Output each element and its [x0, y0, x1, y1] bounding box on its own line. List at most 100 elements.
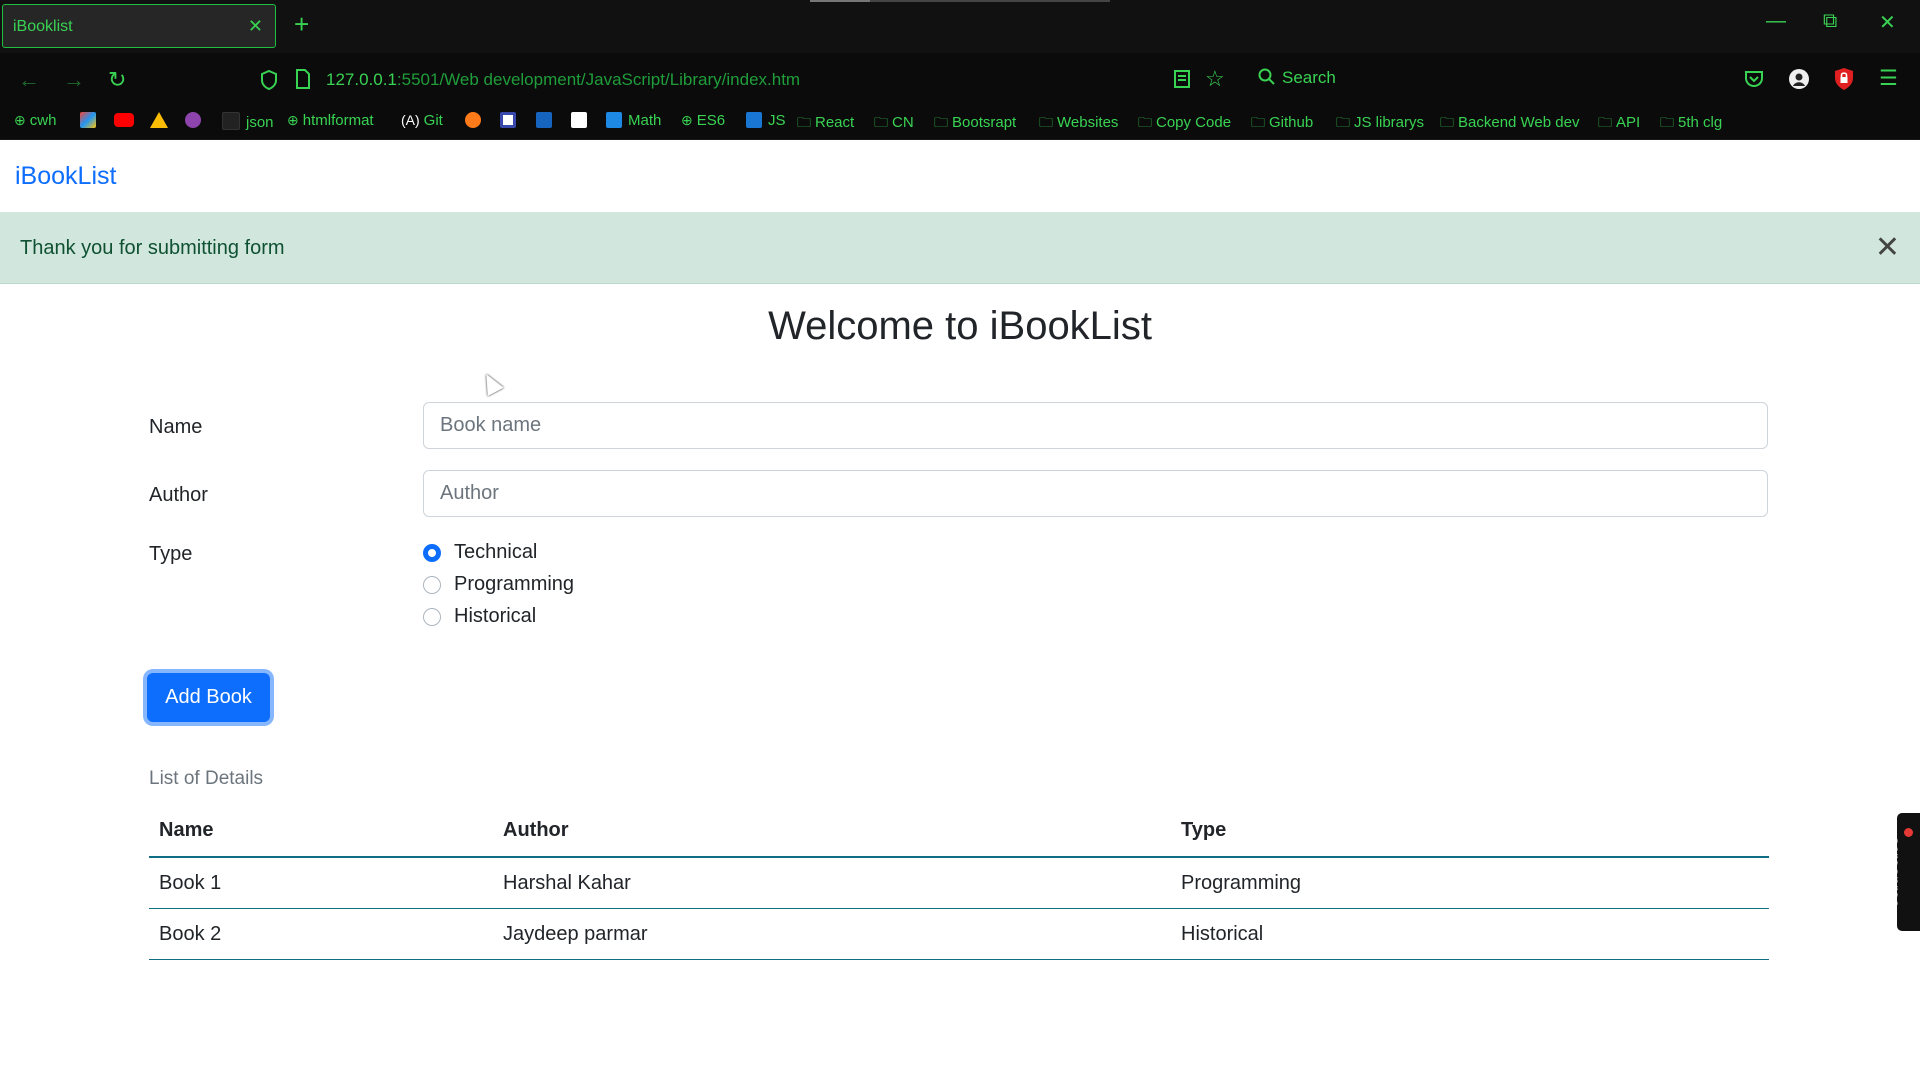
bookmark-mj[interactable] — [536, 112, 552, 129]
url-bar[interactable]: 127.0.0.1:5501/Web development/JavaScrip… — [326, 70, 800, 90]
page-info-icon[interactable] — [295, 69, 311, 89]
bookmark-math[interactable]: Math — [606, 112, 661, 129]
bookmark-label: React — [815, 114, 855, 131]
bookmark-folder-react[interactable]: 🗀 React — [797, 112, 854, 136]
bookmark-cwh[interactable]: ⊕ cwh — [14, 112, 56, 129]
globe-icon: ⊕ — [681, 112, 693, 128]
bookmark-label: Websites — [1057, 114, 1119, 131]
add-book-button[interactable]: Add Book — [147, 673, 270, 722]
shield-icon[interactable] — [259, 69, 279, 91]
page-icon — [571, 112, 587, 128]
brand-link[interactable]: iBookList — [15, 162, 116, 191]
close-window-button[interactable]: ✕ — [1879, 10, 1896, 35]
bookmark-label: CN — [892, 114, 914, 131]
radio-programming[interactable] — [423, 576, 441, 594]
page-title: Welcome to iBookList — [768, 304, 1152, 348]
bookmark-label: Backend Web dev — [1458, 114, 1580, 131]
radio-technical[interactable] — [423, 544, 441, 562]
search-icon — [1258, 68, 1275, 85]
folder-icon: 🗀 — [1598, 114, 1612, 130]
bookmark-label: Bootsrapt — [952, 114, 1017, 131]
bookmark-folder-backend-web-dev[interactable]: 🗀 Backend Web dev — [1440, 112, 1579, 136]
bookmark-label: JS — [768, 112, 786, 129]
bookmark-label: Git — [423, 112, 443, 129]
bookmark-folder-js-librarys[interactable]: 🗀 JS librarys — [1336, 112, 1424, 136]
restore-button[interactable]: ⧉ — [1823, 10, 1837, 33]
bookmark-label: Math — [628, 112, 662, 129]
bookmark-label: ES6 — [696, 112, 726, 129]
bookmark-hex-app[interactable] — [185, 112, 201, 129]
bookmark-label: Copy Code — [1156, 114, 1232, 131]
bookmark-es6[interactable]: ⊕ ES6 — [681, 112, 725, 129]
book-name-input[interactable] — [423, 402, 1768, 449]
screenrec-widget[interactable]: screenrec — [1885, 813, 1920, 931]
success-alert: Thank you for submitting form ✕ — [0, 212, 1920, 284]
folder-icon: 🗀 — [1039, 114, 1053, 130]
fox-icon — [465, 112, 481, 128]
new-tab-button[interactable]: + — [294, 9, 309, 40]
bookmark-label: JS librarys — [1354, 114, 1425, 131]
reader-view-icon[interactable] — [1173, 69, 1191, 89]
column-header-author: Author — [493, 805, 1171, 858]
site-navbar: iBookList — [0, 140, 1920, 212]
bookmarks-bar: ⊕ cwh json ⊕ htmlformat (A) Git Math ⊕ ES6 J… — [0, 107, 1920, 140]
bookmark-folder-copy-code[interactable]: 🗀 Copy Code — [1138, 112, 1231, 136]
bookmark-git[interactable]: (A) Git — [401, 112, 443, 129]
radio-historical-label: Historical — [454, 605, 537, 627]
search-box[interactable]: Search — [1258, 68, 1336, 88]
menu-icon[interactable]: ☰ — [1879, 66, 1898, 91]
bookmark-label: 5th clg — [1678, 114, 1723, 131]
bookmark-page[interactable] — [571, 112, 587, 129]
globe-icon: ⊕ — [14, 112, 26, 128]
minimize-button[interactable]: — — [1766, 10, 1786, 33]
bookmark-htmlformat[interactable]: ⊕ htmlformat — [287, 112, 374, 129]
list-caption: List of Details — [149, 768, 264, 789]
pocket-icon[interactable] — [1744, 70, 1764, 88]
folder-icon: 🗀 — [934, 114, 948, 130]
name-label: Name — [149, 416, 203, 438]
bookmark-label: Github — [1269, 114, 1314, 131]
folder-icon: 🗀 — [874, 114, 888, 130]
bookmark-folder-websites[interactable]: 🗀 Websites — [1039, 112, 1118, 136]
extension-shield-icon[interactable] — [1833, 67, 1855, 91]
radio-technical-label: Technical — [454, 541, 538, 563]
bookmark-youtube[interactable] — [114, 112, 134, 129]
s-icon — [606, 112, 622, 128]
tab-close-icon[interactable]: ✕ — [248, 16, 263, 37]
back-button[interactable]: ← — [18, 67, 40, 93]
bookmark-folder-api[interactable]: 🗀 API — [1598, 112, 1640, 136]
cell-name: Book 2 — [149, 908, 493, 960]
column-header-name: Name — [149, 805, 493, 858]
bookmark-colorful-app[interactable] — [80, 112, 96, 129]
bookmark-folder-bootsrapt[interactable]: 🗀 Bootsrapt — [934, 112, 1016, 136]
browser-navbar: ← → ↻ 127.0.0.1:5501/Web development/Jav… — [0, 53, 1920, 107]
bookmark-star-icon[interactable]: ☆ — [1205, 66, 1225, 92]
bookmark-fox[interactable] — [465, 112, 481, 129]
bookmark-grid-app[interactable] — [500, 112, 516, 129]
browser-tab[interactable]: iBooklist ✕ — [2, 4, 276, 48]
bookmark-folder-github[interactable]: 🗀 Github — [1251, 112, 1313, 136]
url-host: 127.0.0.1 — [326, 70, 397, 89]
account-icon[interactable] — [1788, 68, 1810, 90]
bookmark-folder-5th-clg[interactable]: 🗀 5th clg — [1660, 112, 1722, 136]
folder-icon: 🗀 — [1336, 114, 1350, 130]
books-table: Name Author Type Book 1 Harshal Kahar Pr… — [149, 805, 1769, 960]
cell-type: Historical — [1171, 908, 1769, 960]
bookmark-folder-cn[interactable]: 🗀 CN — [874, 112, 914, 136]
bookmark-json[interactable]: json — [222, 112, 274, 131]
mj-icon — [536, 112, 552, 128]
alert-close-icon[interactable]: ✕ — [1875, 230, 1900, 265]
titlebar-indicator — [810, 0, 870, 2]
column-header-type: Type — [1171, 805, 1769, 858]
forward-button[interactable]: → — [63, 67, 85, 93]
radio-historical[interactable] — [423, 608, 441, 626]
bookmark-label: cwh — [29, 112, 57, 129]
browser-titlebar: iBooklist ✕ + — ⧉ ✕ — [0, 0, 1920, 53]
youtube-icon — [114, 113, 134, 127]
author-input[interactable] — [423, 470, 1768, 517]
reload-button[interactable]: ↻ — [108, 67, 126, 93]
bookmark-drive[interactable] — [150, 112, 168, 132]
folder-icon: 🗀 — [1660, 114, 1674, 130]
cell-type: Programming — [1171, 857, 1769, 909]
bookmark-js[interactable]: JS — [746, 112, 786, 129]
